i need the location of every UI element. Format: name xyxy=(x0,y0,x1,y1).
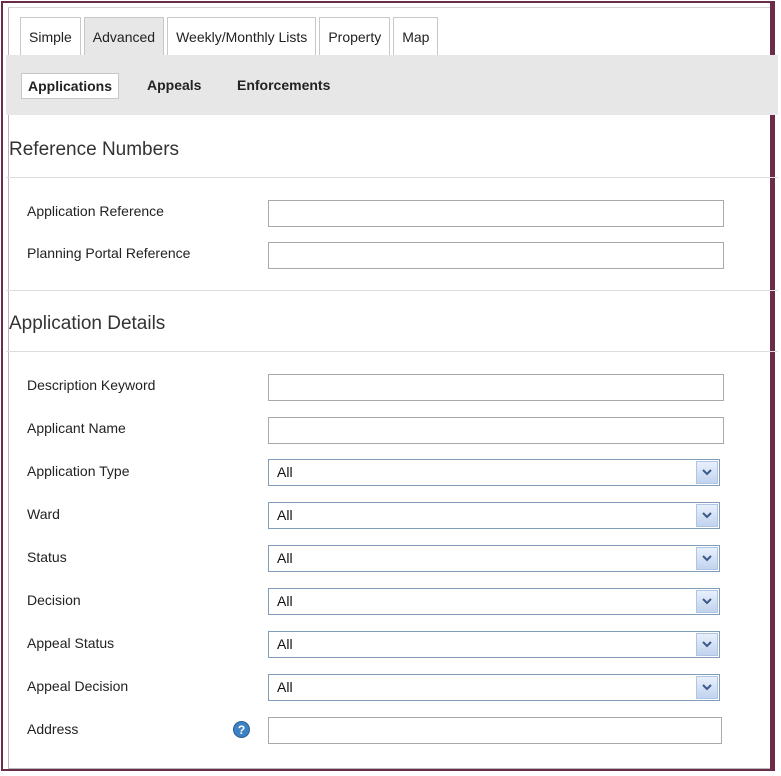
label-application-reference: Application Reference xyxy=(27,203,164,219)
subnav-enforcements[interactable]: Enforcements xyxy=(231,73,336,99)
selected-value: All xyxy=(277,679,293,695)
search-tabs: Simple Advanced Weekly/Monthly Lists Pro… xyxy=(20,17,439,55)
address-input[interactable] xyxy=(268,717,722,744)
description-keyword-input[interactable] xyxy=(268,374,724,401)
label-description-keyword: Description Keyword xyxy=(27,377,156,393)
chevron-down-icon[interactable] xyxy=(696,461,718,484)
applicant-name-input[interactable] xyxy=(268,417,724,444)
subnav-appeals[interactable]: Appeals xyxy=(141,73,207,99)
divider xyxy=(6,177,778,178)
tab-simple[interactable]: Simple xyxy=(20,17,81,55)
appeal-status-select[interactable]: All xyxy=(268,631,720,658)
tab-weekly-monthly-lists[interactable]: Weekly/Monthly Lists xyxy=(167,17,317,55)
ward-select[interactable]: All xyxy=(268,502,720,529)
tab-map[interactable]: Map xyxy=(393,17,439,55)
selected-value: All xyxy=(277,593,293,609)
label-decision: Decision xyxy=(27,592,81,608)
label-ward: Ward xyxy=(27,506,60,522)
sub-navigation: Applications Appeals Enforcements xyxy=(6,55,778,115)
divider xyxy=(6,290,778,291)
selected-value: All xyxy=(277,636,293,652)
section-title-reference-numbers: Reference Numbers xyxy=(9,139,180,160)
label-planning-portal-reference: Planning Portal Reference xyxy=(27,245,191,261)
chevron-down-icon[interactable] xyxy=(696,590,718,613)
decision-select[interactable]: All xyxy=(268,588,720,615)
divider xyxy=(6,351,778,352)
label-appeal-decision: Appeal Decision xyxy=(27,678,129,694)
chevron-down-icon[interactable] xyxy=(696,633,718,656)
label-applicant-name: Applicant Name xyxy=(27,420,126,436)
chevron-down-icon[interactable] xyxy=(696,676,718,699)
selected-value: All xyxy=(277,464,293,480)
label-address: Address xyxy=(27,721,79,737)
selected-value: All xyxy=(277,550,293,566)
tab-property[interactable]: Property xyxy=(319,17,391,55)
status-select[interactable]: All xyxy=(268,545,720,572)
section-title-application-details: Application Details xyxy=(9,313,166,334)
appeal-decision-select[interactable]: All xyxy=(268,674,720,701)
label-application-type: Application Type xyxy=(27,463,130,479)
label-status: Status xyxy=(27,549,67,565)
selected-value: All xyxy=(277,507,293,523)
planning-portal-reference-input[interactable] xyxy=(268,242,724,269)
label-appeal-status: Appeal Status xyxy=(27,635,115,651)
tab-advanced[interactable]: Advanced xyxy=(83,17,165,55)
application-reference-input[interactable] xyxy=(268,200,724,227)
right-border xyxy=(772,1,775,771)
application-type-select[interactable]: All xyxy=(268,459,720,486)
help-icon[interactable]: ? xyxy=(233,721,250,738)
subnav-applications[interactable]: Applications xyxy=(21,73,120,99)
chevron-down-icon[interactable] xyxy=(696,504,718,527)
chevron-down-icon[interactable] xyxy=(696,547,718,570)
